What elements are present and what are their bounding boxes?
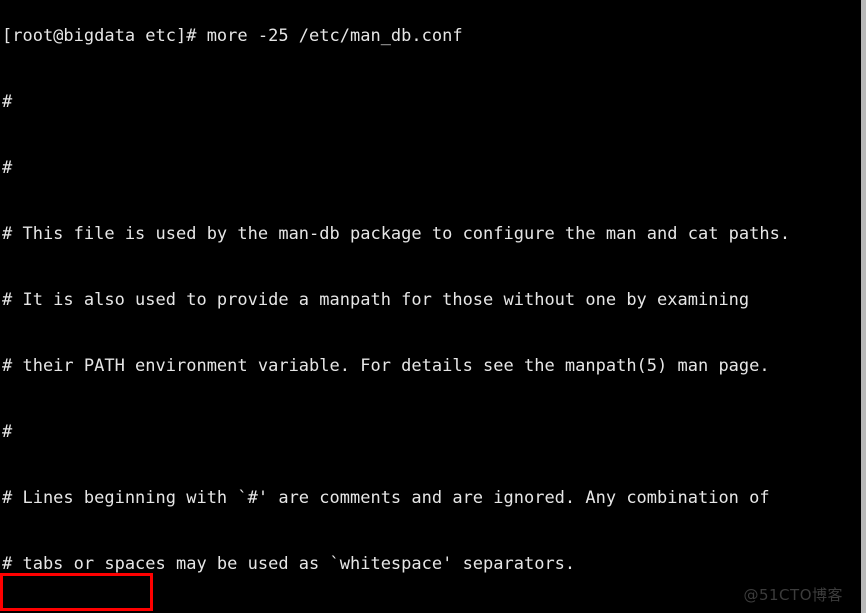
terminal-line: # (2, 92, 13, 112)
terminal-line: # Lines beginning with `#' are comments … (2, 488, 770, 508)
terminal-window[interactable]: [root@bigdata etc]# more -25 /etc/man_db… (0, 0, 866, 613)
watermark-label: @51CTO博客 (743, 586, 843, 604)
terminal-line: # (2, 158, 13, 178)
terminal-line: # their PATH environment variable. For d… (2, 356, 770, 376)
terminal-output-area[interactable]: [root@bigdata etc]# more -25 /etc/man_db… (0, 0, 861, 613)
terminal-line: # (2, 422, 13, 442)
terminal-line: # It is also used to provide a manpath f… (2, 290, 750, 310)
terminal-line: # tabs or spaces may be used as `whitesp… (2, 554, 576, 574)
terminal-line-list: [root@bigdata etc]# more -25 /etc/man_db… (2, 0, 861, 613)
terminal-line-prompt-command: [root@bigdata etc]# more -25 /etc/man_db… (2, 26, 463, 46)
terminal-line: # This file is used by the man-db packag… (2, 224, 791, 244)
